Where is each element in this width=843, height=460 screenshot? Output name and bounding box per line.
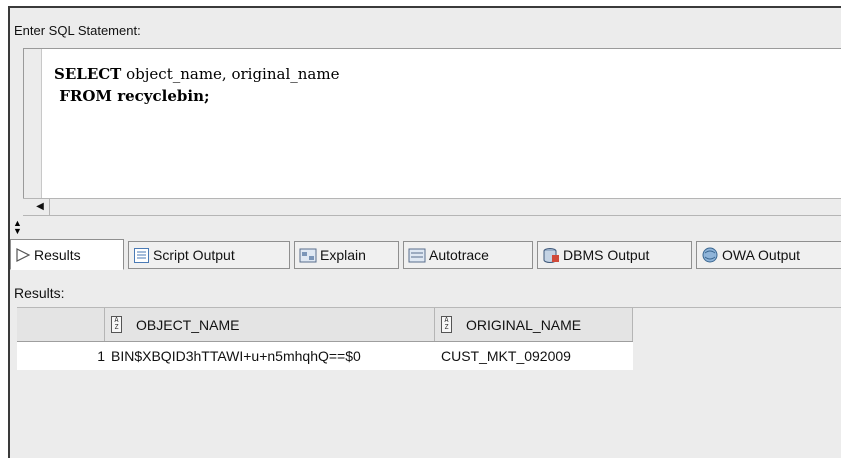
grid-header: AZ OBJECT_NAME AZ ORIGINAL_NAME (17, 308, 633, 342)
sql-keyword-select: SELECT (54, 65, 122, 83)
sql-statement-label: Enter SQL Statement: (14, 23, 141, 38)
script-output-icon (133, 247, 150, 264)
cell-object-name[interactable]: BIN$XBQID3hTTAWI+u+n5mhqhQ==$0 (111, 348, 361, 364)
sql-line2: FROM recyclebin; (54, 87, 210, 105)
sql-worksheet: Enter SQL Statement: SELECT object_name,… (8, 6, 841, 458)
tab-results[interactable]: Results (10, 239, 124, 270)
tab-script-output[interactable]: Script Output (128, 241, 290, 269)
tab-owa-output[interactable]: OWA Output (696, 241, 841, 269)
explain-icon (299, 247, 317, 264)
owa-output-icon (701, 246, 719, 264)
column-header-label: ORIGINAL_NAME (466, 316, 582, 333)
output-tabs: Results Script Output Explain Autotrace … (10, 237, 841, 272)
tab-explain-label: Explain (320, 247, 366, 263)
results-label: Results: (14, 285, 65, 301)
splitter-arrows-icon[interactable]: ▲ ▼ (13, 219, 22, 236)
column-header-label: OBJECT_NAME (136, 316, 240, 333)
editor-gutter (24, 49, 42, 198)
sort-az-icon: AZ (441, 316, 452, 333)
tab-script-output-label: Script Output (153, 247, 235, 263)
sort-az-icon: AZ (111, 316, 122, 333)
tab-owa-output-label: OWA Output (722, 247, 801, 263)
autotrace-icon (408, 247, 426, 264)
tab-explain[interactable]: Explain (294, 241, 399, 269)
row-number: 1 (97, 348, 105, 364)
cell-original-name[interactable]: CUST_MKT_092009 (441, 348, 571, 364)
row-number-header (17, 308, 105, 341)
dbms-output-icon (542, 247, 560, 264)
tab-dbms-output[interactable]: DBMS Output (537, 241, 692, 269)
editor-horizontal-scrollbar[interactable]: ◀ (23, 198, 841, 216)
sql-code[interactable]: SELECT object_name, original_name FROM r… (54, 63, 339, 107)
results-grid: AZ OBJECT_NAME AZ ORIGINAL_NAME 1 BIN$XB… (17, 307, 841, 458)
sql-line1-rest: object_name, original_name (121, 65, 340, 83)
tab-dbms-output-label: DBMS Output (563, 247, 650, 263)
tab-autotrace-label: Autotrace (429, 247, 489, 263)
column-header-original-name[interactable]: AZ ORIGINAL_NAME (435, 308, 633, 341)
scroll-left-icon[interactable]: ◀ (31, 199, 50, 215)
table-row[interactable]: 1 BIN$XBQID3hTTAWI+u+n5mhqhQ==$0 CUST_MK… (17, 342, 633, 370)
column-header-object-name[interactable]: AZ OBJECT_NAME (105, 308, 435, 341)
tab-autotrace[interactable]: Autotrace (403, 241, 533, 269)
play-triangle-icon (15, 247, 31, 263)
sql-editor[interactable]: SELECT object_name, original_name FROM r… (23, 48, 841, 198)
tab-results-label: Results (34, 246, 81, 263)
